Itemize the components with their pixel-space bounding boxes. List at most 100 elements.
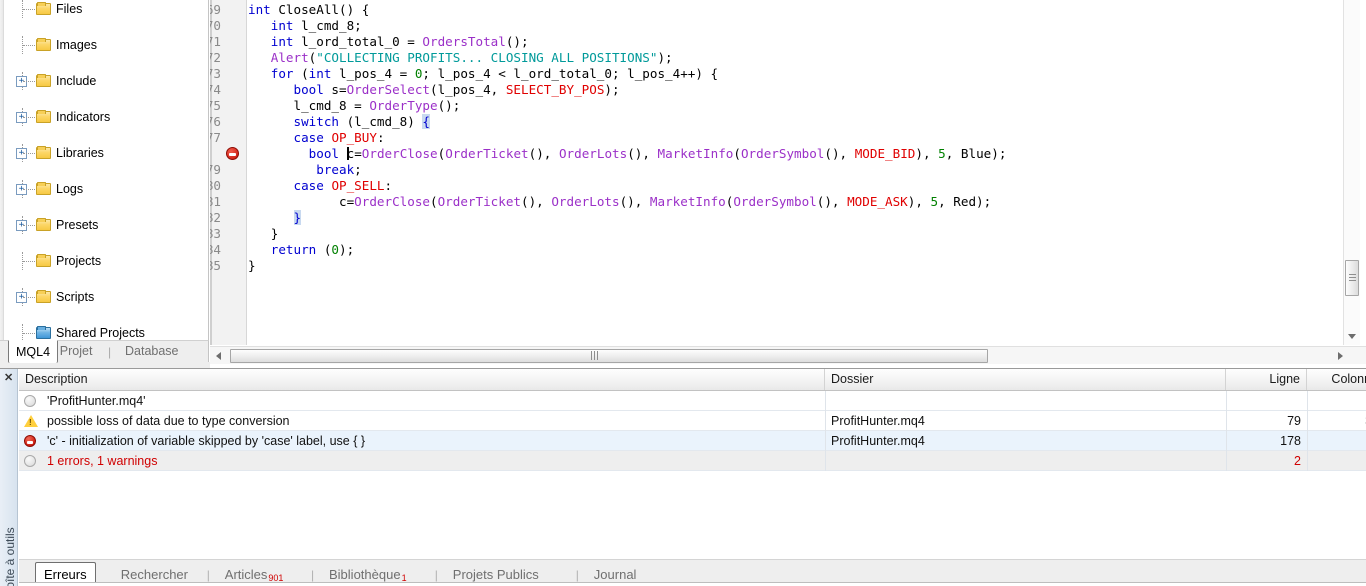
- tree-item-images[interactable]: Images: [4, 36, 209, 54]
- scroll-right-arrow-icon[interactable]: [1338, 352, 1343, 360]
- error-marker-icon[interactable]: [226, 147, 239, 160]
- navigator-tab-bar[interactable]: MQL4Projet|Database: [0, 340, 209, 362]
- line-number: 179: [210, 162, 221, 178]
- column-header-description[interactable]: Description: [19, 369, 825, 390]
- error-row[interactable]: 'ProfitHunter.mq4': [19, 391, 1366, 411]
- code-line[interactable]: }: [248, 210, 301, 226]
- error-icon: [24, 435, 36, 447]
- line-number: 169: [210, 2, 221, 18]
- code-token: }: [248, 258, 256, 273]
- code-token: OrderLots: [559, 146, 627, 161]
- code-token: s=: [324, 82, 347, 97]
- code-token: () {: [339, 2, 369, 17]
- column-divider: [1226, 391, 1227, 411]
- project-tree[interactable]: Files Images +Include +Indicators +Libraries…: [4, 0, 209, 180]
- nav-tab-database[interactable]: Database: [118, 341, 186, 363]
- editor-horizontal-scrollbar[interactable]: [210, 346, 1366, 364]
- code-token: bool: [309, 146, 339, 161]
- tree-item-libraries[interactable]: +Libraries: [4, 144, 209, 162]
- tree-item-files[interactable]: Files: [4, 0, 209, 18]
- column-divider: [1307, 411, 1308, 431]
- code-line[interactable]: case OP_BUY:: [248, 130, 385, 146]
- tab-label: Projets Publics: [453, 567, 539, 582]
- error-row[interactable]: 1 errors, 1 warnings22: [19, 451, 1366, 471]
- code-token: switch: [294, 114, 340, 129]
- code-line[interactable]: int CloseAll() {: [248, 2, 369, 18]
- vertical-scrollbar-thumb[interactable]: [1345, 260, 1359, 296]
- tree-item-indicators[interactable]: +Indicators: [4, 108, 209, 126]
- column-header-dossier[interactable]: Dossier: [825, 369, 1226, 390]
- tree-item-shared-projects[interactable]: Shared Projects: [4, 324, 209, 340]
- scroll-left-arrow-icon[interactable]: [216, 352, 221, 360]
- tree-elbow-line: [23, 225, 35, 226]
- code-token: (l_cmd_8): [339, 114, 422, 129]
- code-token: 5: [938, 146, 946, 161]
- code-line[interactable]: return (0);: [248, 242, 354, 258]
- code-editor[interactable]: 1691701711721731741751761771791801811821…: [210, 0, 1343, 345]
- code-line[interactable]: case OP_SELL:: [248, 178, 392, 194]
- horizontal-scrollbar-thumb[interactable]: [230, 349, 988, 363]
- code-token: OrderClose: [354, 194, 430, 209]
- tab-separator: |: [435, 568, 438, 582]
- code-line[interactable]: }: [248, 226, 278, 242]
- code-token: OrderSymbol: [733, 194, 816, 209]
- code-line[interactable]: int l_ord_total_0 = OrdersTotal();: [248, 34, 529, 50]
- cell-ligne: 178: [1226, 431, 1307, 451]
- tree-item-label: Presets: [56, 216, 98, 234]
- tree-item-projects[interactable]: Projects: [4, 252, 209, 270]
- code-token: );: [657, 50, 672, 65]
- code-token: int: [309, 66, 332, 81]
- metaeditor-window: Files Images +Include +Indicators +Libraries…: [0, 0, 1366, 586]
- errors-grid-header[interactable]: DescriptionDossierLigneColonne: [19, 369, 1366, 391]
- line-number: 173: [210, 66, 221, 82]
- cell-ligne: [1226, 391, 1307, 411]
- error-row[interactable]: possible loss of data due to type conver…: [19, 411, 1366, 431]
- tree-item-logs[interactable]: +Logs: [4, 180, 209, 198]
- cell-description: possible loss of data due to type conver…: [41, 411, 825, 431]
- code-token: OrdersTotal: [422, 34, 505, 49]
- code-line[interactable]: switch (l_cmd_8) {: [248, 114, 430, 130]
- code-line[interactable]: c=OrderClose(OrderTicket(), OrderLots(),…: [248, 194, 991, 210]
- close-icon[interactable]: ✕: [4, 371, 13, 384]
- nav-tab-mql4[interactable]: MQL4: [8, 340, 58, 363]
- code-line[interactable]: bool s=OrderSelect(l_pos_4, SELECT_BY_PO…: [248, 82, 620, 98]
- code-token: return: [271, 242, 317, 257]
- column-header-ligne[interactable]: Ligne: [1226, 369, 1307, 390]
- errors-grid[interactable]: DescriptionDossierLigneColonne 'ProfitHu…: [19, 369, 1366, 559]
- code-token: ; l_pos_4 < l_ord_total_0; l_pos_4++) {: [422, 66, 718, 81]
- code-token: OrderLots: [551, 194, 619, 209]
- code-token: [248, 130, 294, 145]
- column-divider: [1307, 431, 1308, 451]
- error-row[interactable]: 'c' - initialization of variable skipped…: [19, 431, 1366, 451]
- code-token: Red: [953, 194, 976, 209]
- tree-item-include[interactable]: +Include: [4, 72, 209, 90]
- editor-vertical-scrollbar[interactable]: [1343, 0, 1360, 345]
- code-token: [248, 114, 294, 129]
- code-line[interactable]: int l_cmd_8;: [248, 18, 362, 34]
- code-text[interactable]: int CloseAll() { int l_cmd_8; int l_ord_…: [248, 0, 1343, 345]
- tab-separator: |: [311, 568, 314, 582]
- column-header-colonne[interactable]: Colonne: [1307, 369, 1366, 390]
- code-token: [248, 242, 271, 257]
- line-number: 172: [210, 50, 221, 66]
- code-line[interactable]: break;: [248, 162, 362, 178]
- tab-label: Journal: [594, 567, 637, 582]
- cell-dossier: ProfitHunter.mq4: [825, 431, 1226, 451]
- code-line[interactable]: }: [248, 258, 256, 274]
- scroll-down-arrow-icon[interactable]: [1348, 334, 1356, 339]
- code-token: (),: [824, 146, 854, 161]
- column-divider: [825, 391, 826, 411]
- code-token: l_ord_total_0 =: [294, 34, 423, 49]
- code-line[interactable]: l_cmd_8 = OrderType();: [248, 98, 460, 114]
- code-token: (l_pos_4,: [430, 82, 506, 97]
- cell-description: 'c' - initialization of variable skipped…: [41, 431, 825, 451]
- tree-item-scripts[interactable]: +Scripts: [4, 288, 209, 306]
- code-line[interactable]: for (int l_pos_4 = 0; l_pos_4 < l_ord_to…: [248, 66, 718, 82]
- nav-tab-projet[interactable]: Projet: [53, 341, 100, 363]
- code-token: [248, 210, 294, 225]
- code-line[interactable]: Alert("COLLECTING PROFITS... CLOSING ALL…: [248, 50, 673, 66]
- code-line[interactable]: bool c=OrderClose(OrderTicket(), OrderLo…: [248, 146, 1006, 162]
- code-token: }: [248, 226, 278, 241]
- code-token: l_cmd_8 =: [248, 98, 369, 113]
- tree-item-presets[interactable]: +Presets: [4, 216, 209, 234]
